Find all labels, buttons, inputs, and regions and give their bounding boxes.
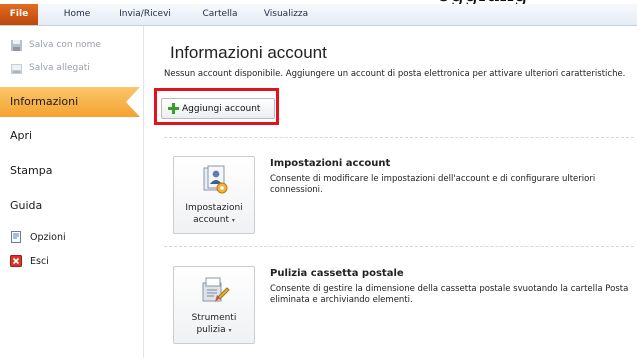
add-account-label: Aggiungi account <box>182 103 261 114</box>
dropdown-arrow-icon: ▾ <box>228 327 232 334</box>
tab-view[interactable]: Visualizza <box>258 4 314 25</box>
ribbon-tabs: File Home Invia/Ricevi Cartella Visualiz… <box>0 4 637 26</box>
plus-icon <box>168 103 179 114</box>
nav-save-attachments[interactable]: Salva allegati <box>10 59 90 77</box>
nav-print-label: Stampa <box>10 164 53 177</box>
nav-help-label: Guida <box>10 199 43 212</box>
nav-exit[interactable]: Esci <box>10 252 49 270</box>
account-settings-button-label-1: Impostazioni <box>185 203 243 213</box>
account-info-panel: Informazioni account Nessun account disp… <box>144 26 637 358</box>
nav-options-label: Opzioni <box>30 231 66 243</box>
dropdown-arrow-icon: ▾ <box>231 217 235 224</box>
nav-print[interactable]: Stampa <box>0 156 140 186</box>
cleanup-tools-icon <box>200 275 230 309</box>
cleanup-text: Consente di gestire la dimensione della … <box>270 284 629 305</box>
nav-open[interactable]: Apri <box>0 121 140 151</box>
options-icon <box>10 231 22 243</box>
nav-save-as-label: Salva con nome <box>29 40 101 50</box>
tab-home[interactable]: Home <box>50 4 104 25</box>
save-attachments-icon <box>10 62 23 75</box>
section-divider <box>164 246 634 247</box>
nav-save-attachments-label: Salva allegati <box>29 63 90 73</box>
tab-file[interactable]: File <box>0 4 38 25</box>
cleanup-heading: Pulizia cassetta postale <box>270 268 404 279</box>
nav-options[interactable]: Opzioni <box>10 228 66 246</box>
page-title: Informazioni account <box>170 43 327 62</box>
nav-exit-label: Esci <box>30 255 49 267</box>
cleanup-tools-button-label-2: pulizia ▾ <box>174 325 254 336</box>
nav-info-label: Informazioni <box>10 95 79 108</box>
cleanup-tools-button-label-1: Strumenti <box>191 313 237 323</box>
nav-help[interactable]: Guida <box>0 191 140 221</box>
exit-icon <box>10 255 22 267</box>
account-settings-button-label-2: account ▾ <box>174 215 254 226</box>
nav-open-label: Apri <box>10 129 33 142</box>
account-settings-icon <box>200 165 230 199</box>
account-settings-button[interactable]: Impostazioni account ▾ <box>173 156 255 234</box>
nav-active-arrow <box>126 87 140 117</box>
tab-folder[interactable]: Cartella <box>194 4 246 25</box>
nav-info[interactable]: Informazioni <box>0 87 140 117</box>
tab-send-receive[interactable]: Invia/Ricevi <box>113 4 177 25</box>
cleanup-tools-button-label-2-text: pulizia <box>196 325 226 335</box>
save-as-icon <box>10 39 23 52</box>
add-account-button[interactable]: Aggiungi account <box>161 98 275 119</box>
cleanup-tools-button[interactable]: Strumenti pulizia ▾ <box>173 266 255 344</box>
account-description: Nessun account disponibile. Aggiungere u… <box>164 69 626 79</box>
account-settings-text: Consente di modificare le impostazioni d… <box>270 174 596 195</box>
backstage-nav: Salva con nome Salva allegati Informazio… <box>0 26 144 358</box>
account-settings-heading: Impostazioni account <box>270 158 391 169</box>
account-settings-button-label-2-text: account <box>193 215 229 225</box>
nav-save-as[interactable]: Salva con nome <box>10 36 101 54</box>
section-divider <box>164 137 634 138</box>
